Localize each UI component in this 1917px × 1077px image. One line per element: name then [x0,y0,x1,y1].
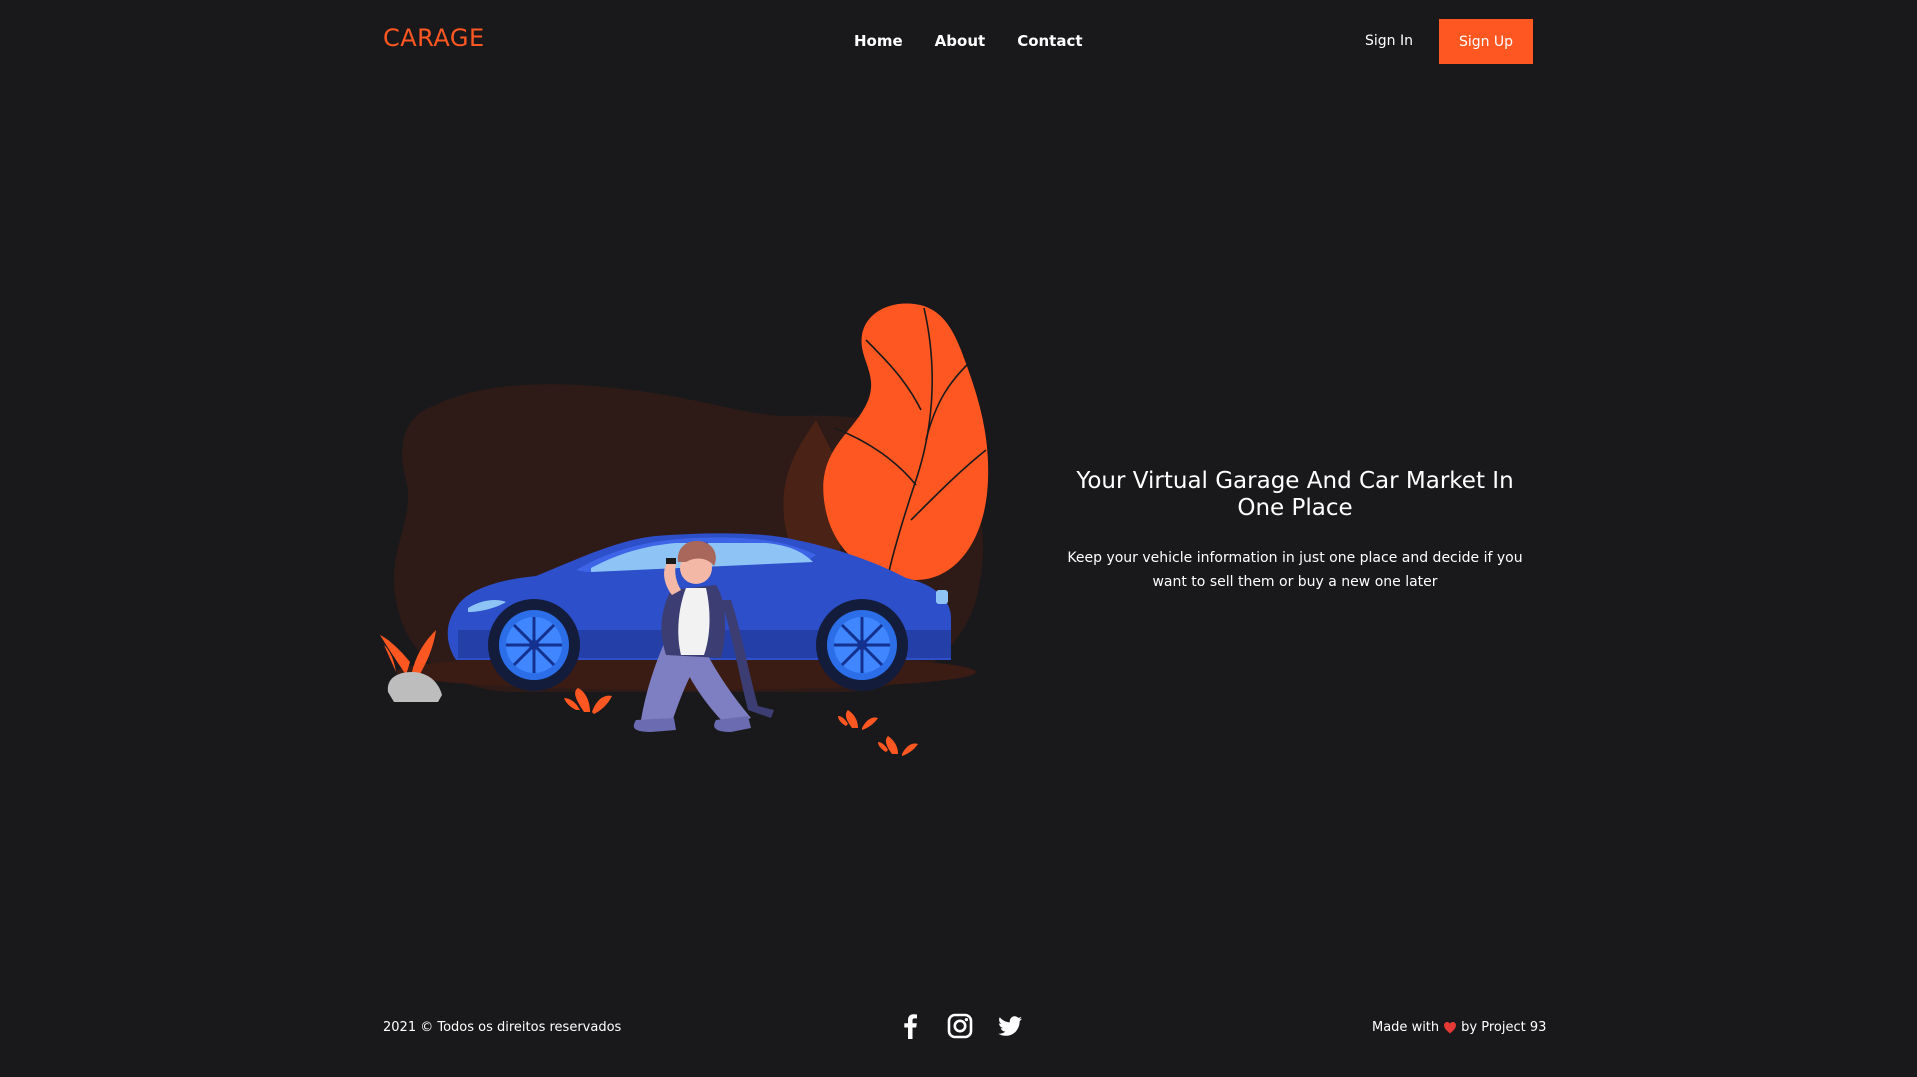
made-with-suffix: by Project 93 [1461,1020,1547,1035]
nav-home[interactable]: Home [854,32,903,50]
copyright-text: 2021 © Todos os direitos reservados [383,1020,622,1035]
orange-leaf [823,303,989,580]
heart-icon [1444,1022,1457,1034]
instagram-icon[interactable] [946,1012,974,1040]
front-wheel [488,599,580,691]
sign-up-button[interactable]: Sign Up [1439,19,1533,64]
logo[interactable]: CARAGE [383,24,485,52]
leaf-cluster-3 [878,736,918,756]
twitter-icon[interactable] [996,1012,1024,1040]
made-with-prefix: Made with [1372,1020,1440,1035]
social-links [896,1012,1024,1040]
car-with-person-illustration [380,303,989,756]
rear-wheel [816,599,908,691]
nav-contact[interactable]: Contact [1017,32,1082,50]
sign-in-link[interactable]: Sign In [1365,33,1413,49]
hero-title: Your Virtual Garage And Car Market In On… [1076,468,1514,521]
facebook-icon[interactable] [896,1012,924,1040]
nav-about[interactable]: About [935,32,986,50]
hero-description: Keep your vehicle information in just on… [1067,550,1523,590]
hero-text: Your Virtual Garage And Car Market In On… [1052,468,1538,594]
leaf-cluster-2 [838,710,878,730]
main-nav: Home About Contact [854,32,1083,50]
made-with-text: Made with by Project 93 [1372,1020,1546,1035]
car-taillight [936,590,948,604]
page: CARAGE Home About Contact Sign In Sign U… [0,0,1917,1077]
